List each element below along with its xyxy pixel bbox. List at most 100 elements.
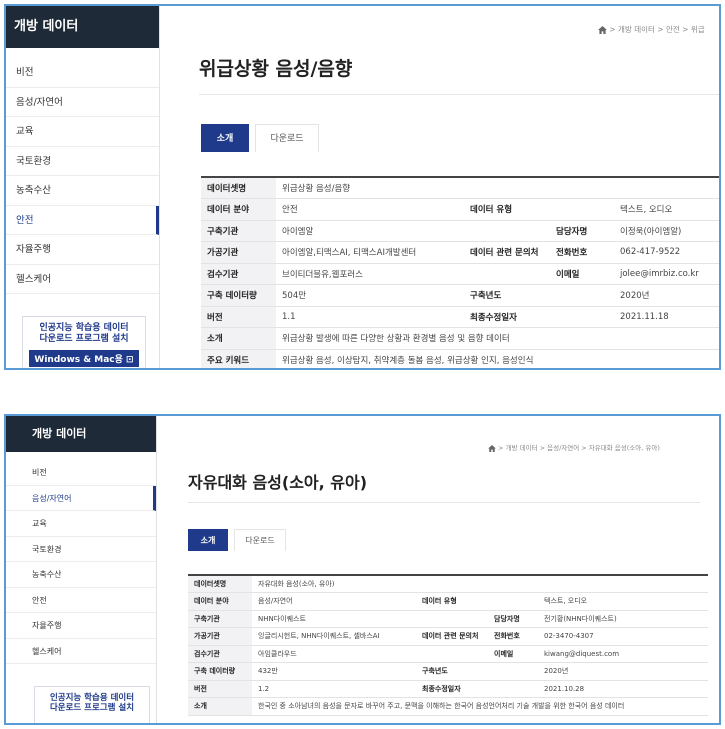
intro-value: 한국인 중 소아남녀의 음성을 문자로 바꾸어 주고, 문맥을 이해하는 한국어… xyxy=(252,697,709,716)
last-modified-label: 최종수정일자 xyxy=(464,306,614,328)
builder-label: 구축기관 xyxy=(201,220,276,242)
data-type-value: 텍스트, 오디오 xyxy=(614,198,719,221)
screenshot-panel-2: 개방 데이터 비전 음성/자연어 교육 국토환경 농축수산 안전 자율주행 헬스… xyxy=(4,414,721,725)
sidebar-item-land[interactable]: 국토환경 xyxy=(6,537,156,562)
email-value[interactable]: kiwang@diquest.com xyxy=(538,645,709,663)
home-icon[interactable] xyxy=(598,26,607,34)
home-icon[interactable] xyxy=(488,444,496,452)
table-row: 주요 키워드 위급상황 음성, 이상탐지, 취약계층 돌봄 음성, 위급상황 인… xyxy=(201,349,719,368)
sidebar-header: 개방 데이터 xyxy=(6,6,159,48)
empty-cell xyxy=(416,610,488,628)
manager-value: 전기황(NHN다이퀘스트) xyxy=(538,610,709,628)
data-field-value: 음성/자연어 xyxy=(252,592,416,611)
data-type-value: 텍스트, 오디오 xyxy=(538,592,709,611)
processor-value: 아이엠알,티맥스AI, 티맥스AI개발센터 xyxy=(276,241,464,264)
dataset-name-value: 자유대화 음성(소아, 유아) xyxy=(252,574,709,593)
tab-intro[interactable]: 소개 xyxy=(188,529,228,551)
inquiry-label: 데이터 관련 문의처 xyxy=(464,241,550,264)
processor-label: 가공기관 xyxy=(201,241,276,264)
inspector-label: 검수기관 xyxy=(188,645,252,663)
keyword-value: 위급상황 음성, 이상탐지, 취약계층 돌봄 음성, 위급상황 인지, 음성인식 xyxy=(276,349,719,368)
manager-value: 이정욱(아이엠알) xyxy=(614,220,719,242)
table-row: 구축 데이터량 504만 구축년도 2020년 xyxy=(201,284,719,307)
inquiry-label: 데이터 관련 문의처 xyxy=(416,627,488,646)
data-amount-value: 432만 xyxy=(252,662,416,681)
version-label: 버전 xyxy=(201,306,276,328)
download-box-line1: 인공지능 학습용 데이터 xyxy=(39,323,129,333)
table-row: 구축기관 NHN다이퀘스트 담당자명 전기황(NHN다이퀘스트) xyxy=(188,610,709,628)
sidebar: 개방 데이터 비전 음성/자연어 교육 국토환경 농축수산 안전 자율주행 헬스… xyxy=(6,416,157,723)
inspector-label: 검수기관 xyxy=(201,263,276,285)
main-content: > 개방 데이터 > 음성/자연어 > 자유대화 음성(소아, 유아) 자유대화… xyxy=(158,416,719,723)
download-box-line2: 다운로드 프로그램 설치 xyxy=(49,703,135,713)
sidebar-item-healthcare[interactable]: 헬스케어 xyxy=(6,639,156,664)
data-amount-label: 구축 데이터량 xyxy=(201,284,276,307)
manager-label: 담당자명 xyxy=(488,610,538,628)
sidebar-item-education[interactable]: 교육 xyxy=(6,511,156,537)
main-content: > 개방 데이터 > 안전 > 위급 위급상황 음성/음향 소개 다운로드 데이… xyxy=(161,6,719,368)
sidebar-item-safety[interactable]: 안전 xyxy=(6,205,159,235)
manager-label: 담당자명 xyxy=(550,220,614,242)
table-row: 데이터셋명 자유대화 음성(소아, 유아) xyxy=(188,574,709,593)
table-row: 구축기관 아이엠알 담당자명 이정욱(아이엠알) xyxy=(201,220,719,242)
breadcrumb-text: > 개방 데이터 > 안전 > 위급 xyxy=(609,25,705,34)
builder-label: 구축기관 xyxy=(188,610,252,628)
processor-label: 가공기관 xyxy=(188,627,252,646)
sidebar-item-autonomous[interactable]: 자율주행 xyxy=(6,235,159,265)
sidebar-item-speech[interactable]: 음성/자연어 xyxy=(6,88,159,117)
email-label: 이메일 xyxy=(550,263,614,285)
sidebar-item-vision[interactable]: 비전 xyxy=(6,58,159,88)
empty-cell xyxy=(464,220,550,242)
sidebar-item-education[interactable]: 교육 xyxy=(6,117,159,147)
download-box-line1: 인공지능 학습용 데이터 xyxy=(49,693,135,703)
tab-download[interactable]: 다운로드 xyxy=(255,124,319,152)
phone-label: 전화번호 xyxy=(488,627,538,646)
table-row: 검수기관 브이티더블유,웹포러스 이메일 jolee@imrbiz.co.kr xyxy=(201,263,719,285)
title-divider xyxy=(199,94,719,95)
sidebar-menu: 비전 음성/자연어 교육 국토환경 농축수산 안전 자율주행 헬스케어 xyxy=(6,460,156,664)
windows-mac-download-button[interactable]: Windows & Mac용 ⊡ xyxy=(29,350,139,367)
title-divider xyxy=(188,502,700,503)
phone-value: 062-417-9522 xyxy=(614,241,719,264)
sidebar-item-speech[interactable]: 음성/자연어 xyxy=(6,485,156,511)
email-value[interactable]: jolee@imrbiz.co.kr xyxy=(614,263,719,285)
phone-label: 전화번호 xyxy=(550,241,614,264)
sidebar-item-agriculture[interactable]: 농축수산 xyxy=(6,562,156,588)
sidebar-item-safety[interactable]: 안전 xyxy=(6,588,156,613)
data-amount-value: 504만 xyxy=(276,284,464,307)
builder-value: 아이엠알 xyxy=(276,220,464,242)
tab-download[interactable]: 다운로드 xyxy=(234,529,286,551)
keyword-label: 주요 키워드 xyxy=(201,349,276,368)
dataset-name-value: 위급상황 음성/음향 xyxy=(276,176,719,199)
dataset-name-label: 데이터셋명 xyxy=(201,176,276,199)
version-value: 1.2 xyxy=(252,680,416,698)
last-modified-value: 2021.10.28 xyxy=(538,680,709,698)
table-row: 소개 위급상황 발생에 따른 다양한 상황과 환경별 음성 및 음향 데이터 xyxy=(201,327,719,350)
sidebar-item-land[interactable]: 국토환경 xyxy=(6,147,159,176)
inspector-value: 브이티더블유,웹포러스 xyxy=(276,263,464,285)
tab-bar: 소개 다운로드 xyxy=(188,529,286,551)
sidebar: 개방 데이터 비전 음성/자연어 교육 국토환경 농축수산 안전 자율주행 헬스… xyxy=(6,6,160,368)
tab-intro[interactable]: 소개 xyxy=(201,124,249,152)
build-year-value: 2020년 xyxy=(614,284,719,307)
table-row: 가공기관 아이엠알,티맥스AI, 티맥스AI개발센터 데이터 관련 문의처 전화… xyxy=(201,241,719,264)
version-value: 1.1 xyxy=(276,306,464,328)
data-field-label: 데이터 분야 xyxy=(188,592,252,611)
breadcrumb-text: > 개방 데이터 > 음성/자연어 > 자유대화 음성(소아, 유아) xyxy=(498,444,660,452)
table-row: 버전 1.2 최종수정일자 2021.10.28 xyxy=(188,680,709,698)
builder-value: NHN다이퀘스트 xyxy=(252,610,416,628)
sidebar-item-autonomous[interactable]: 자율주행 xyxy=(6,613,156,639)
table-row: 검수기관 아임클라우드 이메일 kiwang@diquest.com xyxy=(188,645,709,663)
data-field-value: 안전 xyxy=(276,198,464,221)
version-label: 버전 xyxy=(188,680,252,698)
sidebar-item-vision[interactable]: 비전 xyxy=(6,460,156,486)
download-box-line2: 다운로드 프로그램 설치 xyxy=(39,334,129,344)
tab-bar: 소개 다운로드 xyxy=(201,124,319,152)
sidebar-item-healthcare[interactable]: 헬스케어 xyxy=(6,265,159,294)
phone-value: 02-3470-4307 xyxy=(538,627,709,646)
breadcrumb: > 개방 데이터 > 안전 > 위급 xyxy=(598,24,705,35)
sidebar-item-agriculture[interactable]: 농축수산 xyxy=(6,176,159,206)
last-modified-value: 2021.11.18 xyxy=(614,306,719,328)
inspector-value: 아임클라우드 xyxy=(252,645,416,663)
sidebar-menu: 비전 음성/자연어 교육 국토환경 농축수산 안전 자율주행 헬스케어 xyxy=(6,58,159,294)
